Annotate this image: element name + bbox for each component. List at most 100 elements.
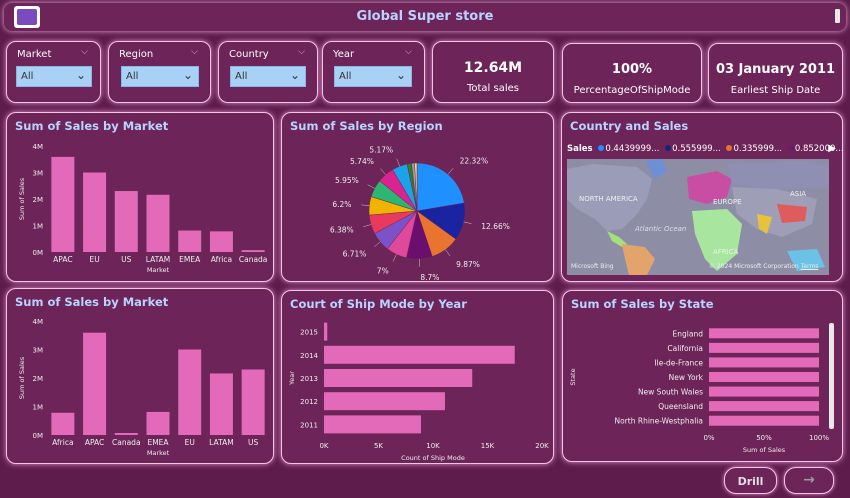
world-map-shapes <box>567 159 829 275</box>
pie-data-label: 6.71% <box>343 249 367 258</box>
market-dropdown-value: All <box>21 71 34 82</box>
y-tick-label: New York <box>669 373 704 382</box>
kpi-earliest-ship-label: Earliest Ship Date <box>730 85 821 96</box>
scroll-handle[interactable] <box>835 9 840 23</box>
y-axis-label: State <box>569 368 577 385</box>
country-dropdown[interactable]: All ⌄ <box>230 66 306 87</box>
y-tick-label: 2M <box>33 375 44 383</box>
x-tick-label: EMEA <box>147 438 169 447</box>
map-label-north-america: NORTH AMERICA <box>579 195 638 203</box>
x-tick-label: 5K <box>374 442 383 450</box>
x-tick-label: EU <box>89 255 99 264</box>
y-tick-label: 1M <box>33 404 44 412</box>
pie-data-label: 22.32% <box>460 157 489 166</box>
x-tick-label: Canada <box>112 438 141 447</box>
kpi-ship-mode-value: 100% <box>611 62 653 77</box>
bar-2014 <box>324 345 515 364</box>
bar-north-rhine-westphalia <box>709 415 819 426</box>
region-pie-chart: 22.32% 12.66% 9.87% 8.7% 7% 6.71% 6.38% 6.2% 5.9… <box>330 145 510 281</box>
chevron-down-icon[interactable]: ⌵ <box>81 47 88 57</box>
legend-dot-4 <box>787 145 794 151</box>
x-tick-label: LATAM <box>146 255 171 264</box>
y-tick-label: New South Wales <box>638 388 703 397</box>
chart-ship-mode[interactable]: Court of Ship Mode by Year 2015 2014 2013 2… <box>281 290 554 464</box>
map-country-sales[interactable]: Country and Sales Sales 0.4439999... 0.5… <box>561 112 844 282</box>
map-copyright: © 2024 Microsoft Corporation Terms <box>709 263 818 270</box>
x-tick-label: 0% <box>703 434 714 442</box>
chevron-down-icon[interactable]: ⌵ <box>191 47 198 57</box>
pie-leader-line <box>392 254 397 262</box>
y-tick-label: 2015 <box>300 329 318 337</box>
drill-button-label: Drill <box>737 475 764 488</box>
state-bar-chart: England California Ile-de-France New York Ne… <box>569 328 829 454</box>
bar-queensland <box>709 401 819 412</box>
market-bar-chart-top: 0M 1M 2M 3M 4M APAC EU US LATAM EMEA Africa Canada M… <box>18 143 268 274</box>
world-map[interactable]: NORTH AMERICA EUROPE ASIA AFRICA Atlanti… <box>567 159 829 275</box>
pie-leader-line <box>361 204 370 207</box>
bar-eu <box>83 172 107 252</box>
bar-emea <box>178 230 202 252</box>
year-dropdown[interactable]: All ⌄ <box>334 66 412 87</box>
bar-eu <box>178 349 202 435</box>
pie-data-label: 6.38% <box>330 226 354 235</box>
bar-ile-de-france <box>709 357 819 368</box>
y-tick-label: 2011 <box>300 421 318 429</box>
map-title: Country and Sales <box>570 119 689 133</box>
country-dropdown-value: All <box>235 71 248 82</box>
kpi-total-sales: 12.64M Total sales <box>432 41 554 103</box>
y-tick-label: 2M <box>33 196 44 204</box>
chevron-down-icon: ⌄ <box>395 68 406 82</box>
bar-england <box>709 328 819 339</box>
pie-slice <box>416 162 465 212</box>
bar-2013 <box>324 369 473 387</box>
bar-2012 <box>324 392 445 411</box>
bar-emea <box>146 411 170 435</box>
bar-2011 <box>324 415 422 434</box>
region-dropdown[interactable]: All ⌄ <box>121 66 199 87</box>
chevron-down-icon[interactable]: ⌵ <box>405 47 412 57</box>
drill-button[interactable]: Drill <box>724 467 777 494</box>
chart-market-top[interactable]: Sum of Sales by Market 0M 1M 2M 3M 4M APAC EU U… <box>6 112 274 282</box>
kpi-earliest-ship: 03 January 2011 Earliest Ship Date <box>708 43 843 103</box>
market-dropdown[interactable]: All ⌄ <box>16 66 92 87</box>
chart-region[interactable]: Sum of Sales by Region 22.32% 12.66% 9.87%… <box>281 112 554 282</box>
kpi-total-sales-value: 12.64M <box>463 60 523 76</box>
map-attribution: Microsoft Bing <box>571 263 614 270</box>
bar-us <box>241 369 265 435</box>
ship-mode-bar-chart: 2015 2014 2013 2012 2011 0K 5K 10K 15K 20K Count o… <box>288 322 549 462</box>
legend-next-icon[interactable]: ▶ <box>828 143 836 154</box>
chart-market-bottom[interactable]: Sum of Sales by Market 0M 1M 2M 3M 4M Africa A… <box>6 288 274 464</box>
kpi-ship-mode: 100% PercentageOfShipMode <box>562 43 702 103</box>
legend-dot-2 <box>665 145 672 151</box>
kpi-ship-mode-label: PercentageOfShipMode <box>573 85 691 96</box>
chart-state[interactable]: Sum of Sales by State England California I… <box>562 290 843 462</box>
chevron-down-icon: ⌄ <box>75 68 86 82</box>
x-tick-label: Africa <box>211 255 232 264</box>
x-tick-label: 10K <box>426 442 440 450</box>
pie-leader-line <box>447 168 454 175</box>
map-label-asia: ASIA <box>790 190 807 198</box>
x-tick-label: Canada <box>239 255 268 264</box>
state-scrollbar[interactable] <box>829 323 834 429</box>
pie-data-label: 5.74% <box>350 157 374 166</box>
x-tick-label: 50% <box>756 434 772 442</box>
x-tick-label: APAC <box>85 438 104 447</box>
pie-leader-line <box>380 168 386 175</box>
map-terms-link[interactable]: Terms <box>801 263 819 270</box>
bar-africa <box>51 412 75 435</box>
x-axis-label: Sum of Sales <box>743 446 786 454</box>
map-label-europe: EUROPE <box>713 198 742 206</box>
next-button[interactable]: → <box>784 467 834 494</box>
bar-apac <box>51 156 75 252</box>
x-tick-label: LATAM <box>209 438 234 447</box>
pie-leader-line <box>373 241 381 248</box>
pie-leader-line <box>445 249 451 257</box>
south-america-shape <box>622 244 655 275</box>
x-tick-label: US <box>121 255 131 264</box>
greenland-shape <box>645 159 667 179</box>
legend-item-4: 0.852000... <box>794 144 844 154</box>
bar-apac <box>83 332 107 435</box>
x-tick-label: 20K <box>535 442 549 450</box>
chevron-down-icon[interactable]: ⌵ <box>298 47 305 57</box>
page-title: Global Super store <box>356 9 494 24</box>
